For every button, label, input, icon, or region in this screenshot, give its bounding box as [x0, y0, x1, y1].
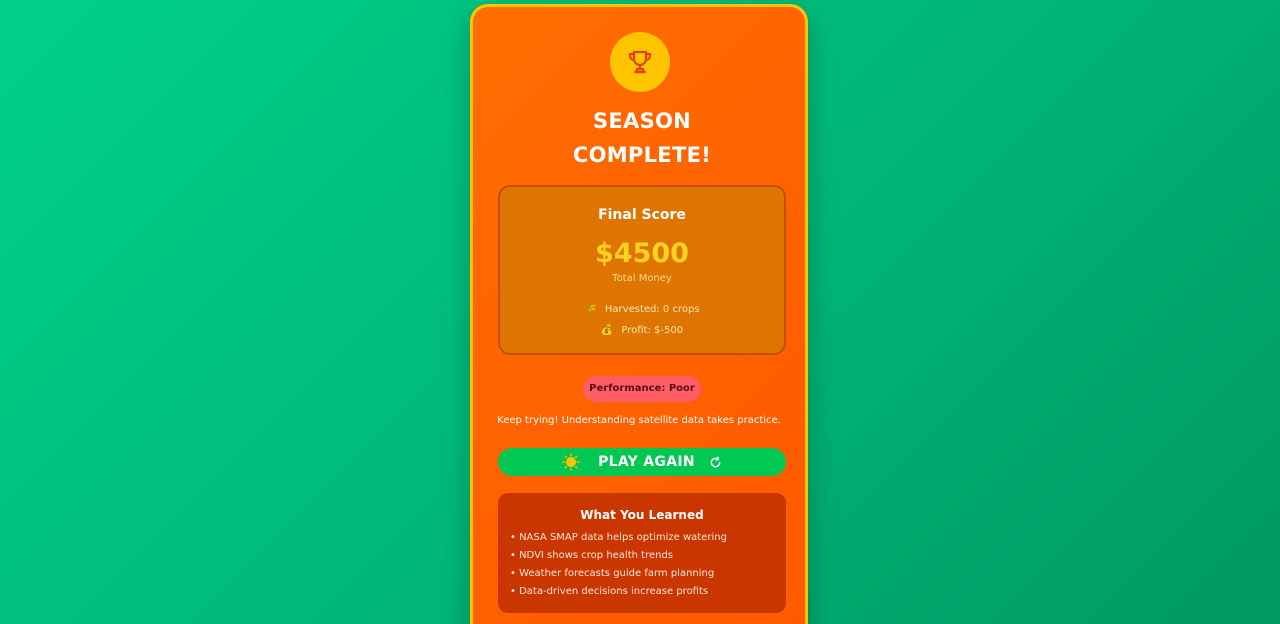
trophy-icon	[628, 50, 652, 74]
learned-item: • Weather forecasts guide farm planning	[510, 568, 715, 579]
harvested-stat: 🌾 Harvested: 0 crops	[500, 304, 784, 315]
profit-text: Profit: $-500	[621, 325, 684, 336]
profit-stat: 💰 Profit: $-500	[500, 325, 784, 336]
money-bag-icon: 💰	[600, 325, 614, 336]
learned-item: • Data-driven decisions increase profits	[510, 586, 709, 597]
season-complete-card: SEASON COMPLETE! Final Score $4500 Total…	[470, 4, 808, 624]
final-score-heading: Final Score	[598, 207, 686, 223]
learned-item: • NASA SMAP data helps optimize watering	[510, 532, 727, 543]
total-money-label: Total Money	[612, 273, 672, 284]
title-line-2: COMPLETE!	[572, 143, 712, 167]
title-line-1: SEASON	[592, 109, 692, 133]
harvested-text: Harvested: 0 crops	[604, 304, 700, 315]
learned-heading: What You Learned	[580, 508, 704, 522]
sun-icon	[562, 453, 581, 471]
play-again-button[interactable]: PLAY AGAIN	[498, 448, 786, 476]
final-score-value: $4500	[595, 238, 689, 269]
page-title: SEASON COMPLETE!	[473, 104, 811, 172]
final-score-panel: Final Score $4500 Total Money 🌾 Harvested…	[498, 185, 786, 355]
trophy-badge	[610, 32, 670, 92]
refresh-icon	[710, 456, 721, 467]
learned-item: • NDVI shows crop health trends	[510, 550, 674, 561]
encouragement-text: Keep trying! Understanding satellite dat…	[497, 415, 781, 426]
play-again-label: PLAY AGAIN	[598, 454, 695, 470]
wheat-icon: 🌾	[584, 304, 597, 315]
what-you-learned-panel: What You Learned • NASA SMAP data helps …	[498, 493, 786, 613]
performance-badge: Performance: Poor	[583, 376, 701, 402]
